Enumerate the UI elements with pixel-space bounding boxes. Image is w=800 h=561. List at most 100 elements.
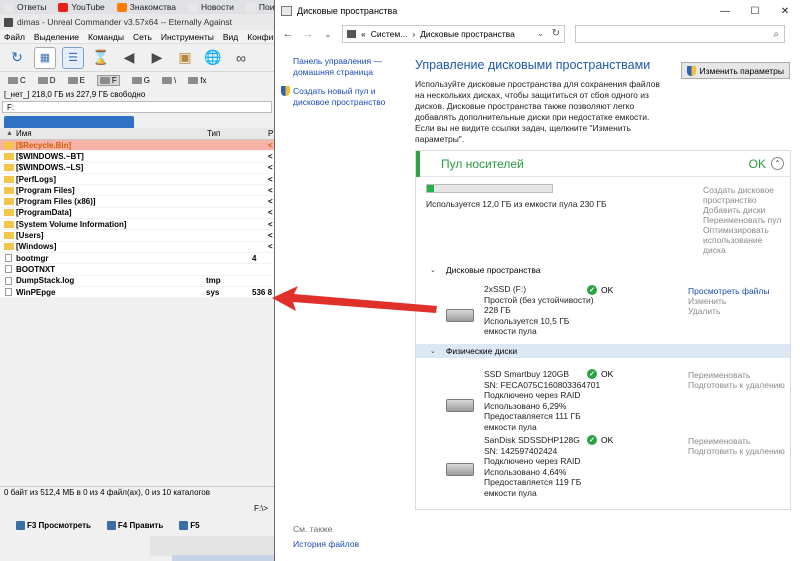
breadcrumb-overflow[interactable]: «	[361, 29, 366, 39]
view-files-link[interactable]: Просмотреть файлы	[688, 286, 770, 296]
spaces-section-header[interactable]: ⌄ Дисковые пространства	[416, 263, 790, 277]
command-line[interactable]: F:\>	[0, 502, 274, 516]
add-disks-link[interactable]: Добавить диски	[703, 205, 785, 215]
column-size[interactable]: Р	[268, 129, 273, 138]
drive-button[interactable]: D	[37, 76, 56, 85]
brief-view-icon[interactable]: ▦	[34, 46, 56, 69]
disk1-details: SSD Smartbuy 120GB SN: FECA075C160803364…	[484, 369, 600, 432]
see-also-label: См. также	[293, 524, 333, 534]
function-key-button[interactable]: F3 Просмотреть	[16, 520, 91, 530]
commander-menu-item[interactable]: Сеть	[133, 32, 152, 42]
pool-title: Пул носителей	[441, 157, 524, 171]
rename-pool-link[interactable]: Переименовать пул	[703, 215, 785, 225]
file-name: [$Recycle.Bin]	[16, 140, 72, 150]
archive-box-icon[interactable]: ▣	[174, 47, 196, 69]
hourglass-icon[interactable]: ⌛	[90, 47, 112, 69]
commander-menu-item[interactable]: Инструменты	[161, 32, 214, 42]
file-row[interactable]: bootmgr 4	[0, 253, 274, 265]
file-row[interactable]: [System Volume Information] <	[0, 219, 274, 231]
drive-bar: C D E F G \ fx	[0, 72, 274, 88]
file-row[interactable]: DumpStack.log tmp	[0, 276, 274, 287]
binoculars-icon[interactable]: ∞	[230, 47, 252, 69]
file-row[interactable]: [Program Files (x86)] <	[0, 196, 274, 208]
forward-arrow-icon[interactable]: →	[301, 28, 315, 40]
answers-icon	[4, 2, 14, 12]
address-bar[interactable]: « Систем... › Дисковые пространства ⌄ ↻	[342, 25, 565, 43]
disk1-prepare-removal-link[interactable]: Подготовить к удалению	[688, 380, 785, 390]
file-row[interactable]: [ProgramData] <	[0, 208, 274, 220]
control-panel-home-link[interactable]: Панель управления — домашняя страница	[293, 56, 393, 78]
file-icon	[5, 288, 12, 296]
collapse-chevron-icon[interactable]: ⌃	[771, 157, 784, 170]
bookmark-item[interactable]: Знакомства	[116, 2, 176, 12]
drive-letter: F	[111, 75, 117, 85]
file-row[interactable]: WinPEpge sys 536 8	[0, 287, 274, 299]
disk2-rename-link[interactable]: Переименовать	[688, 436, 785, 446]
file-name: [$WINDOWS.~BT]	[16, 151, 84, 161]
optimize-usage-link[interactable]: Оптимизировать использование диска	[703, 225, 785, 255]
column-name[interactable]: Имя	[16, 129, 32, 138]
create-pool-link[interactable]: Создать новый пул и дисковое пространств…	[293, 86, 398, 108]
delete-space-link[interactable]: Удалить	[688, 306, 770, 316]
file-history-link[interactable]: История файлов	[293, 539, 359, 550]
file-row[interactable]: BOOTNXT	[0, 264, 274, 276]
change-settings-button[interactable]: Изменить параметры	[681, 62, 790, 79]
commander-menu-item[interactable]: Вид	[223, 32, 238, 42]
drive-button[interactable]: E	[67, 76, 85, 85]
back-arrow-icon[interactable]: ◀	[118, 47, 140, 69]
disk2-prepare-removal-link[interactable]: Подготовить к удалению	[688, 446, 785, 456]
current-path-field[interactable]: F:	[2, 101, 272, 113]
file-row[interactable]: [$WINDOWS.~LS] <	[0, 163, 274, 174]
expand-chevron-icon: ⌄	[430, 348, 436, 355]
forward-arrow-icon[interactable]: ▶	[146, 47, 168, 69]
commander-menu-item[interactable]: Выделение	[34, 32, 79, 42]
file-name: DumpStack.log	[16, 276, 75, 286]
commander-menu-item[interactable]: Команды	[88, 32, 124, 42]
column-type[interactable]: Тип	[207, 129, 220, 138]
search-input[interactable]: ⌕	[575, 25, 785, 43]
drive-button[interactable]: G	[131, 75, 151, 85]
drive-letter: G	[143, 75, 151, 85]
full-view-icon[interactable]: ☰	[62, 46, 84, 69]
folder-icon	[4, 152, 14, 160]
breadcrumb-current[interactable]: Дисковые пространства	[420, 29, 515, 39]
file-row[interactable]: [$WINDOWS.~BT] <	[0, 151, 274, 163]
file-row[interactable]: [PerfLogs] <	[0, 174, 274, 186]
minimize-button[interactable]: —	[710, 0, 740, 22]
pool-header[interactable]: Пул носителей OK ⌃	[416, 151, 790, 177]
drive-button[interactable]: F	[96, 74, 120, 86]
back-arrow-icon[interactable]: ←	[281, 28, 295, 40]
function-key-button[interactable]: F5	[179, 520, 200, 530]
unreal-commander-window: dimas - Unreal Commander v3.57x64 -- Ete…	[0, 14, 333, 561]
drive-button[interactable]: \	[162, 76, 176, 85]
maximize-button[interactable]: ☐	[740, 0, 770, 22]
physical-disks-section-header[interactable]: ⌄ Физические диски	[416, 344, 790, 358]
close-button[interactable]: ✕	[770, 0, 800, 22]
refresh-icon[interactable]: ↻	[552, 28, 560, 39]
file-size: <	[268, 231, 273, 241]
commander-menu-item[interactable]: Файл	[4, 32, 25, 42]
function-key-button[interactable]: F4 Править	[106, 520, 163, 530]
bookmark-item[interactable]: Ответы	[4, 2, 46, 12]
space-capacity-label: емкости пула	[484, 326, 537, 336]
breadcrumb-system[interactable]: Систем...	[371, 29, 408, 39]
file-row[interactable]: [$Recycle.Bin] <	[0, 140, 274, 152]
file-row[interactable]: [Program Files] <	[0, 185, 274, 197]
bookmark-item[interactable]: YouTube	[58, 2, 105, 12]
drive-button[interactable]: C	[8, 76, 26, 85]
commander-bottom-bar	[172, 555, 274, 561]
globe-icon[interactable]: 🌐	[202, 47, 224, 69]
recent-chevron-icon[interactable]: ⌄	[321, 30, 335, 39]
bookmark-item[interactable]: Новости	[188, 2, 234, 12]
file-name: [PerfLogs]	[16, 174, 56, 184]
change-space-link[interactable]: Изменить	[688, 296, 770, 306]
storage-pool-panel: Пул носителей OK ⌃ Используется 12,0 ГБ …	[415, 150, 791, 510]
address-dropdown-icon[interactable]: ⌄	[537, 29, 544, 38]
drive-button[interactable]: fx	[188, 76, 207, 85]
disk1-rename-link[interactable]: Переименовать	[688, 370, 785, 380]
file-row[interactable]: [Users] <	[0, 230, 274, 242]
create-space-link[interactable]: Создать дисковое пространство	[703, 185, 785, 205]
refresh-icon[interactable]: ↻	[6, 47, 28, 69]
panel-tab[interactable]	[4, 116, 134, 128]
file-row[interactable]: [Windows] <	[0, 242, 274, 253]
